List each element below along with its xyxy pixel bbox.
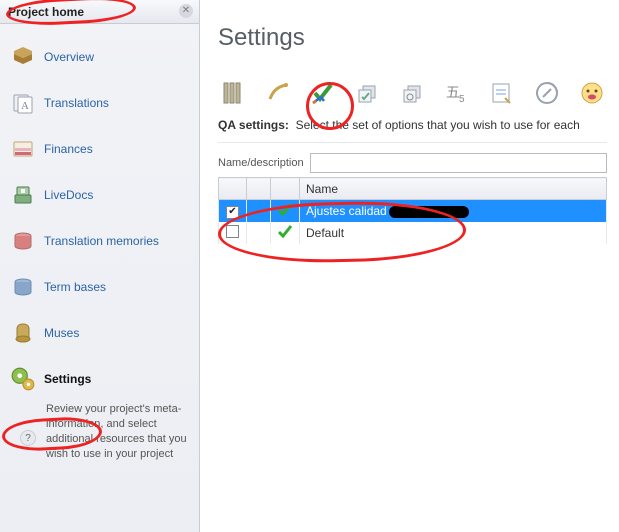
sidebar-item-overview[interactable]: Overview bbox=[4, 34, 195, 80]
row-pin-cell[interactable] bbox=[247, 222, 271, 244]
main-panel: Settings 五5 QA settings: Select bbox=[200, 0, 619, 532]
term-bases-icon bbox=[10, 274, 36, 300]
svg-text:五: 五 bbox=[446, 86, 460, 101]
settings-grid: Name ✔ Ajustes calidad bbox=[218, 177, 607, 244]
sidebar-item-translations[interactable]: A Translations bbox=[4, 80, 195, 126]
toolbar-nontrans-button[interactable] bbox=[531, 76, 562, 110]
sidebar-tab: Project home ✕ bbox=[0, 0, 199, 24]
nav-list: Overview A Translations Finances LiveDoc… bbox=[0, 24, 199, 477]
overview-icon bbox=[10, 44, 36, 70]
sidebar: Project home ✕ Overview A Translations F… bbox=[0, 0, 200, 532]
sidebar-tab-title: Project home bbox=[8, 5, 84, 19]
nav-label: Translation memories bbox=[44, 234, 159, 248]
filter-row: Name/description bbox=[218, 143, 607, 177]
close-icon[interactable]: ✕ bbox=[179, 4, 193, 18]
toolbar-tm-settings-button[interactable] bbox=[352, 76, 383, 110]
toolbar-hint: QA settings: Select the set of options t… bbox=[218, 116, 607, 143]
nav-label: Overview bbox=[44, 50, 94, 64]
translation-memories-icon bbox=[10, 228, 36, 254]
filter-label: Name/description bbox=[218, 157, 304, 169]
check-icon bbox=[271, 222, 300, 244]
nav-label: Settings bbox=[44, 372, 91, 386]
grid-header-check[interactable] bbox=[219, 178, 247, 200]
row-checkbox[interactable]: ✔ bbox=[226, 206, 239, 219]
toolbar-qa-settings-button[interactable] bbox=[308, 76, 339, 110]
livedocs-icon bbox=[10, 182, 36, 208]
muses-icon bbox=[10, 320, 36, 346]
check-icon bbox=[271, 200, 300, 222]
sidebar-item-muses[interactable]: Muses bbox=[4, 310, 195, 356]
nav-label: Muses bbox=[44, 326, 79, 340]
row-pin-cell[interactable] bbox=[247, 200, 271, 222]
nav-label: Translations bbox=[44, 96, 109, 110]
toolbar-face-button[interactable] bbox=[576, 76, 607, 110]
help-icon[interactable]: ? bbox=[20, 430, 36, 446]
gear-icon bbox=[10, 366, 36, 392]
row-name: Default bbox=[306, 226, 344, 240]
grid-header-state[interactable] bbox=[271, 178, 300, 200]
nav-label: LiveDocs bbox=[44, 188, 93, 202]
row-name-cell: Ajustes calidad bbox=[300, 200, 607, 222]
nav-label: Term bases bbox=[44, 280, 106, 294]
hint-label: QA settings: bbox=[218, 118, 289, 132]
hint-text: Select the set of options that you wish … bbox=[296, 118, 580, 132]
sidebar-item-term-bases[interactable]: Term bases bbox=[4, 264, 195, 310]
toolbar-segmentation-button[interactable] bbox=[263, 76, 294, 110]
svg-text:A: A bbox=[21, 100, 29, 112]
table-row[interactable]: Default bbox=[219, 222, 607, 244]
finances-icon bbox=[10, 136, 36, 162]
toolbar-livedocs-settings-button[interactable] bbox=[397, 76, 428, 110]
toolbar-general-button[interactable] bbox=[218, 76, 249, 110]
row-checkbox[interactable] bbox=[226, 225, 239, 238]
sidebar-item-translation-memories[interactable]: Translation memories bbox=[4, 218, 195, 264]
toolbar-autotrans-button[interactable]: 五5 bbox=[442, 76, 473, 110]
sidebar-item-settings[interactable]: Settings ? bbox=[4, 356, 195, 402]
row-name-cell: Default bbox=[300, 222, 607, 244]
sidebar-item-livedocs[interactable]: LiveDocs bbox=[4, 172, 195, 218]
table-row[interactable]: ✔ Ajustes calidad bbox=[219, 200, 607, 222]
toolbar-export-button[interactable] bbox=[487, 76, 518, 110]
grid-header-name[interactable]: Name bbox=[300, 178, 607, 200]
redacted-text bbox=[389, 206, 469, 218]
svg-text:5: 5 bbox=[459, 94, 465, 105]
filter-input[interactable] bbox=[310, 153, 607, 173]
grid-header-pin[interactable] bbox=[247, 178, 271, 200]
nav-label: Finances bbox=[44, 142, 93, 156]
page-title: Settings bbox=[218, 24, 607, 52]
translations-icon: A bbox=[10, 90, 36, 116]
settings-toolbar: 五5 bbox=[218, 76, 607, 116]
sidebar-item-finances[interactable]: Finances bbox=[4, 126, 195, 172]
row-name: Ajustes calidad bbox=[306, 204, 387, 218]
